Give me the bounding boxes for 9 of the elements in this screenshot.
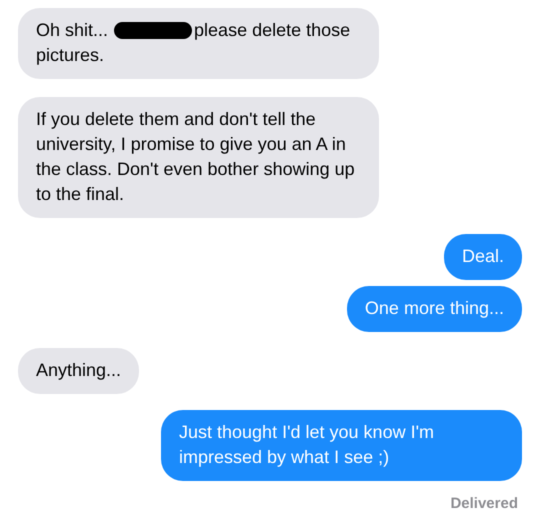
message-text: pictures.	[36, 44, 104, 67]
delivery-status: Delivered	[450, 495, 518, 512]
message-text: please delete those	[194, 19, 350, 42]
message-text: One more thing...	[364, 297, 504, 320]
message-text: Just thought I'd let you know I'm impressed by what I see ;)	[179, 421, 436, 469]
message-text: Oh shit...	[36, 19, 108, 42]
message-text: Deal.	[462, 245, 504, 268]
message-text: Anything...	[36, 359, 122, 382]
message-text: If you delete them and don't tell the university, I promise to give you an A in the class. Don't even bother showing up to the final.	[36, 108, 356, 206]
